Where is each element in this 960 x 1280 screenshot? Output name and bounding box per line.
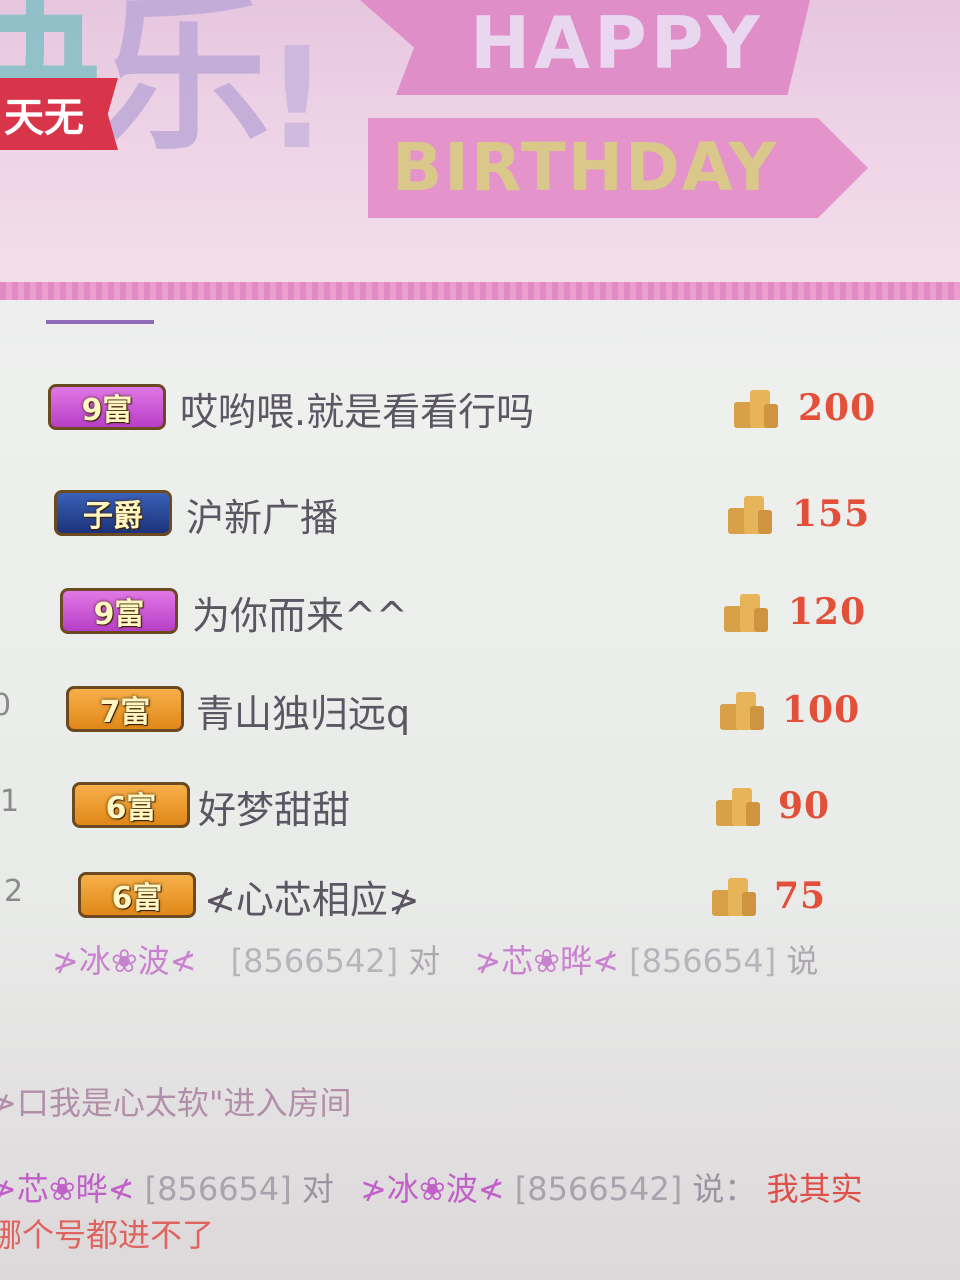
ranking-row[interactable]: 2 6富 ≮心芯相应≯ 75 xyxy=(0,868,900,928)
coin-stack-icon xyxy=(716,788,760,826)
banner-red-tag: 天无 xyxy=(0,78,118,150)
wealth-badge: 6富 xyxy=(72,782,190,828)
wealth-badge: 9富 xyxy=(48,384,166,430)
receiver-id: [8566542] xyxy=(514,1170,683,1208)
wealth-badge: 子爵 xyxy=(54,490,172,536)
wealth-badge: 9富 xyxy=(60,588,178,634)
birthday-banner: 快 乐 ! 天无 HAPPY BIRTHDAY xyxy=(0,0,960,300)
receiver-id: [856654] xyxy=(629,942,777,980)
wealth-badge: 7富 xyxy=(66,686,184,732)
banner-exclaim: ! xyxy=(265,18,329,181)
chat-message: ≯冰❀波≮ [8566542] 对 ≯芯❀晔≮ [856654] 说 xyxy=(0,936,818,982)
chat-said-word: 说： xyxy=(692,1170,757,1208)
active-tab-indicator xyxy=(46,320,154,324)
rank-number: 0 xyxy=(0,688,12,723)
ranking-row[interactable]: 9富 为你而来^^ 120 xyxy=(0,584,900,644)
ranking-row[interactable]: 1 6富 好梦甜甜 90 xyxy=(0,778,900,838)
user-name[interactable]: 青山独归远q xyxy=(196,682,410,738)
gift-amount: 75 xyxy=(774,875,827,917)
receiver-nick[interactable]: ≯芯❀晔≮ xyxy=(474,942,618,980)
ranking-row[interactable]: 9富 哎哟喂.就是看看行吗 200 xyxy=(0,380,900,440)
sender-nick[interactable]: ≯冰❀波≮ xyxy=(52,942,196,980)
user-name[interactable]: ≮心芯相应≯ xyxy=(204,868,420,924)
gift-amount: 100 xyxy=(782,689,861,731)
receiver-nick[interactable]: ≯冰❀波≮ xyxy=(360,1170,504,1208)
sender-nick[interactable]: ≯芯❀晔≮ xyxy=(0,1170,134,1208)
ribbon-happy-text: HAPPY xyxy=(470,0,764,85)
ranking-row[interactable]: 0 7富 青山独归远q 100 xyxy=(0,682,900,742)
coin-stack-icon xyxy=(728,496,772,534)
banner-char-right: 乐 xyxy=(100,0,271,174)
banner-divider xyxy=(0,282,960,300)
wealth-badge: 6富 xyxy=(78,872,196,918)
sender-id: [8566542] xyxy=(230,942,399,980)
system-enter-message: ≯口我是心太软"进入房间 xyxy=(0,1084,352,1122)
gift-amount: 200 xyxy=(798,387,877,429)
ranking-row[interactable]: 子爵 沪新广播 155 xyxy=(0,486,900,546)
user-name[interactable]: 为你而来^^ xyxy=(192,584,408,640)
user-name[interactable]: 好梦甜甜 xyxy=(198,778,350,834)
chat-said-word: 说 xyxy=(786,942,819,980)
gift-amount: 90 xyxy=(778,785,831,827)
coin-stack-icon xyxy=(712,878,756,916)
gift-amount: 155 xyxy=(792,493,871,535)
chat-to-word: 对 xyxy=(301,1170,334,1208)
coin-stack-icon xyxy=(734,390,778,428)
user-name[interactable]: 哎哟喂.就是看看行吗 xyxy=(180,380,534,436)
chat-message-continued: 哪个号都进不了 xyxy=(0,1216,215,1254)
rank-number: 2 xyxy=(4,874,24,909)
gift-amount: 120 xyxy=(788,591,867,633)
chat-message: ≯芯❀晔≮ [856654] 对 ≯冰❀波≮ [8566542] 说： 我其实 xyxy=(0,1164,863,1210)
chat-to-word: 对 xyxy=(408,942,441,980)
coin-stack-icon xyxy=(724,594,768,632)
ribbon-birthday-text: BIRTHDAY xyxy=(392,128,779,206)
sender-id: [856654] xyxy=(144,1170,292,1208)
rank-number: 1 xyxy=(0,784,20,819)
coin-stack-icon xyxy=(720,692,764,730)
user-name[interactable]: 沪新广播 xyxy=(186,486,338,542)
chat-message-text: 我其实 xyxy=(766,1170,863,1208)
